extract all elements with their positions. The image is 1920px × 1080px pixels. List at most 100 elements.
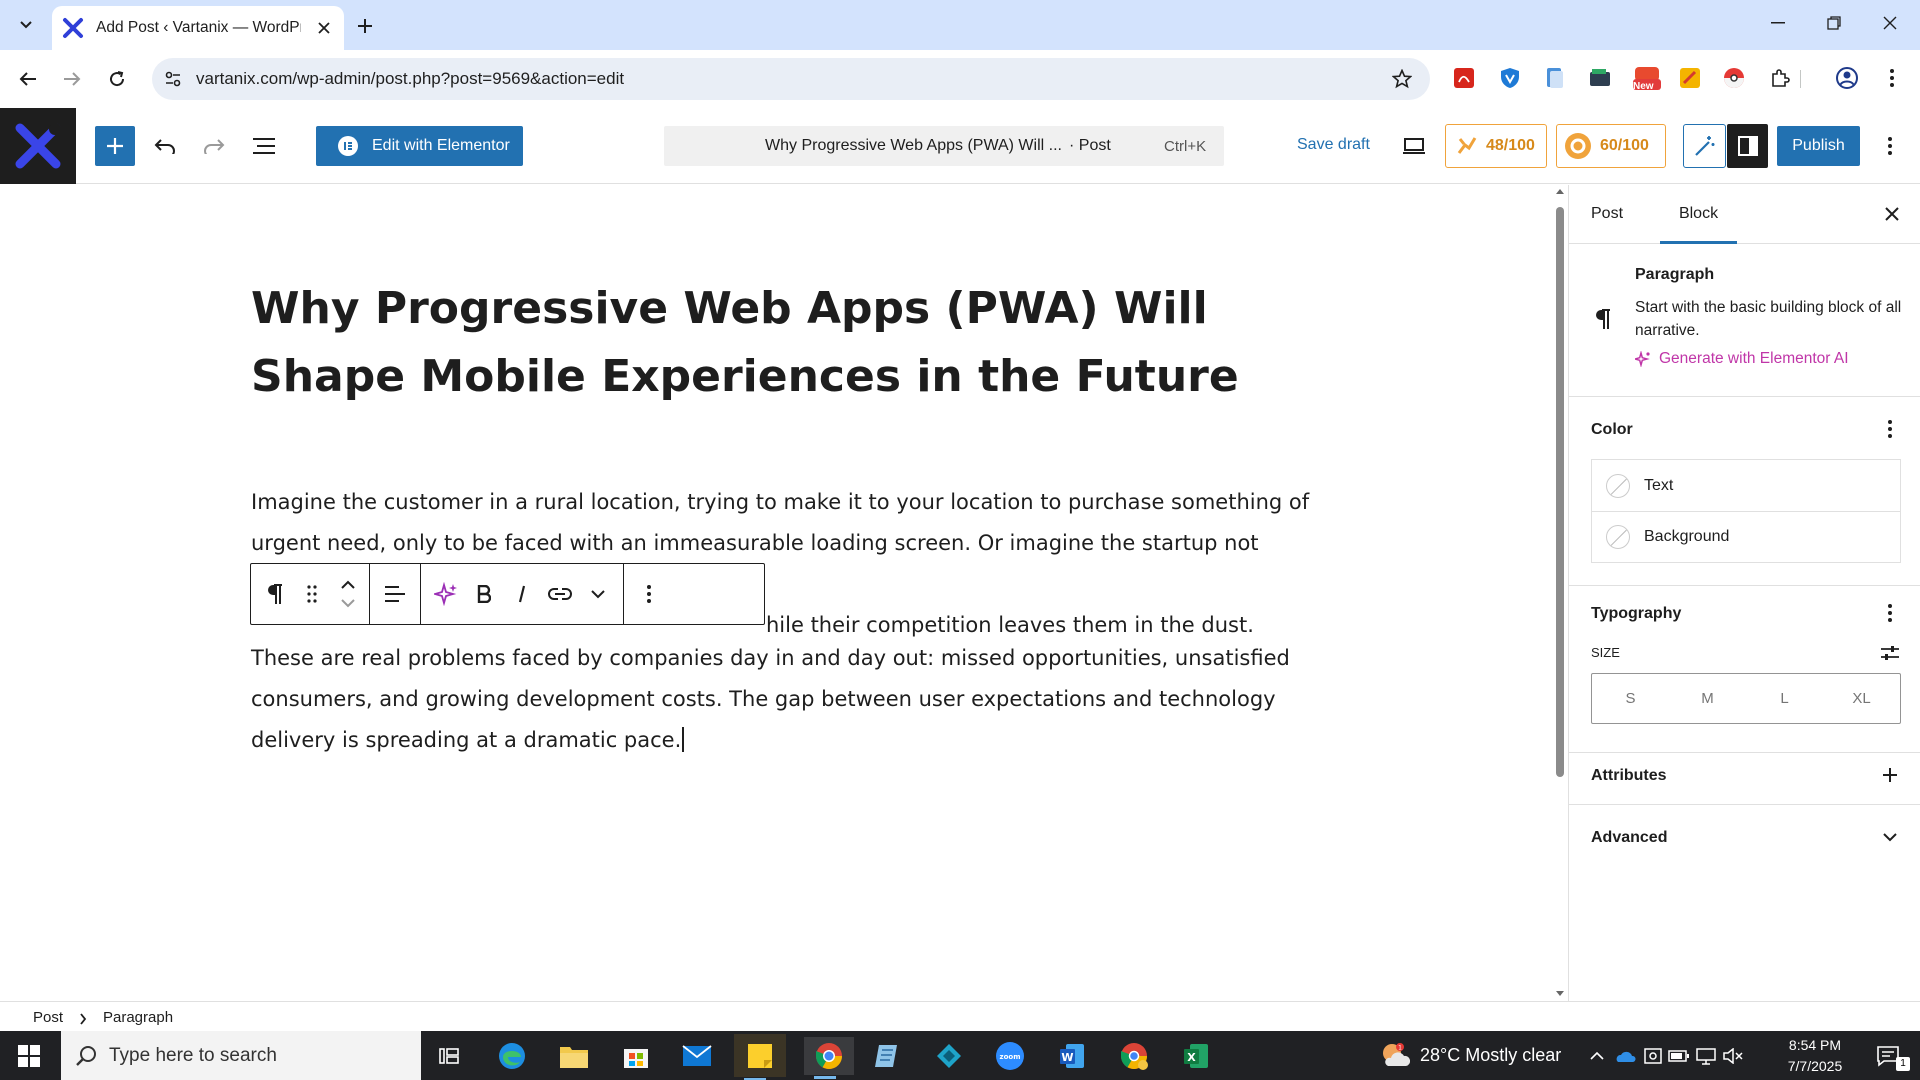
breadcrumb-post[interactable]: Post	[33, 1009, 63, 1026]
extensions-puzzle-icon[interactable]	[1766, 64, 1794, 92]
generate-with-ai-link[interactable]: Generate with Elementor AI	[1635, 350, 1849, 368]
close-window-button[interactable]	[1862, 0, 1918, 46]
publish-button[interactable]: Publish	[1777, 126, 1860, 166]
minimize-button[interactable]	[1750, 0, 1806, 46]
address-bar[interactable]: vartanix.com/wp-admin/post.php?post=9569…	[152, 58, 1430, 100]
post-title[interactable]: Why Progressive Web Apps (PWA) Will Shap…	[251, 275, 1301, 411]
site-info-icon[interactable]	[164, 70, 182, 88]
add-attribute-button[interactable]	[1875, 760, 1905, 790]
color-panel-heading[interactable]: Color	[1591, 421, 1633, 439]
security-tray-icon[interactable]	[1640, 1037, 1666, 1075]
pokeball-extension-icon[interactable]	[1720, 64, 1748, 92]
size-option-m[interactable]: M	[1669, 674, 1746, 723]
paragraph-block-2[interactable]: These are real problems faced by compani…	[251, 638, 1301, 761]
zoom-taskbar-icon[interactable]: zoom	[989, 1037, 1031, 1075]
undo-button[interactable]	[147, 128, 183, 164]
reload-button[interactable]	[101, 63, 133, 95]
tab-search-button[interactable]	[12, 11, 40, 39]
file-explorer-taskbar-icon[interactable]	[553, 1037, 595, 1075]
tab-post[interactable]: Post	[1591, 205, 1623, 223]
notes-app-taskbar-icon[interactable]	[866, 1037, 908, 1075]
chrome-profile-taskbar-icon[interactable]	[1113, 1037, 1155, 1075]
seo-score-button[interactable]: 48/100	[1445, 124, 1547, 168]
pdf-extension-icon[interactable]	[1450, 64, 1478, 92]
wallet-extension-icon[interactable]	[1586, 64, 1614, 92]
preview-button[interactable]	[1396, 128, 1432, 164]
more-rich-text-button[interactable]	[579, 571, 617, 617]
advanced-toggle-button[interactable]	[1875, 822, 1905, 852]
forward-button[interactable]	[56, 63, 88, 95]
battery-tray-icon[interactable]	[1666, 1037, 1692, 1075]
italic-button[interactable]	[503, 571, 541, 617]
start-button[interactable]	[8, 1037, 50, 1075]
custom-size-button[interactable]	[1875, 640, 1905, 666]
taskbar-clock[interactable]: 8:54 PM 7/7/2025	[1770, 1035, 1860, 1077]
breadcrumb-paragraph[interactable]: Paragraph	[103, 1009, 173, 1026]
notification-center-button[interactable]: 1	[1866, 1037, 1910, 1075]
block-options-button[interactable]	[630, 571, 668, 617]
volume-muted-tray-icon[interactable]	[1720, 1037, 1746, 1075]
coupon-extension-icon[interactable]	[1676, 64, 1704, 92]
background-color-control[interactable]: Background	[1592, 511, 1900, 562]
editor-scrollbar[interactable]	[1554, 185, 1566, 1001]
browser-tab-active[interactable]: Add Post ‹ Vartanix — WordPress	[52, 6, 344, 50]
link-button[interactable]	[541, 571, 579, 617]
save-draft-button[interactable]: Save draft	[1297, 136, 1370, 154]
mail-taskbar-icon[interactable]	[676, 1037, 718, 1075]
excel-taskbar-icon[interactable]: X	[1175, 1037, 1217, 1075]
size-option-xl[interactable]: XL	[1823, 674, 1900, 723]
docs-extension-icon[interactable]	[1541, 64, 1569, 92]
close-sidebar-button[interactable]	[1877, 199, 1907, 229]
shield-extension-icon[interactable]	[1496, 64, 1524, 92]
ai-generate-button[interactable]	[427, 571, 465, 617]
align-text-button[interactable]	[376, 571, 414, 617]
network-tray-icon[interactable]	[1693, 1037, 1719, 1075]
onedrive-tray-icon[interactable]	[1612, 1037, 1638, 1075]
bookmark-star-icon[interactable]	[1392, 69, 1412, 89]
panel-divider	[1569, 804, 1920, 805]
chrome-taskbar-icon[interactable]	[804, 1037, 854, 1079]
seo-score-value: 48/100	[1486, 137, 1535, 154]
new-extension-icon[interactable]: New	[1630, 64, 1664, 92]
move-block-buttons[interactable]	[331, 571, 365, 617]
close-tab-icon[interactable]	[314, 18, 334, 38]
advanced-panel-heading[interactable]: Advanced	[1591, 829, 1667, 847]
text-color-control[interactable]: Text	[1592, 460, 1900, 511]
weather-widget[interactable]: 1 28°C Mostly clear	[1380, 1042, 1561, 1068]
profile-icon[interactable]	[1833, 64, 1861, 92]
size-option-s[interactable]: S	[1592, 674, 1669, 723]
store-taskbar-icon[interactable]	[615, 1037, 657, 1075]
readability-score-button[interactable]: 60/100	[1556, 124, 1666, 168]
site-logo-button[interactable]	[0, 108, 76, 184]
block-type-button[interactable]	[255, 571, 293, 617]
document-overview-button[interactable]	[246, 128, 282, 164]
editor-canvas[interactable]: Why Progressive Web Apps (PWA) Will Shap…	[0, 185, 1566, 1001]
redo-button[interactable]	[196, 128, 232, 164]
options-menu-button[interactable]	[1872, 128, 1908, 164]
size-option-l[interactable]: L	[1746, 674, 1823, 723]
task-view-button[interactable]	[428, 1037, 470, 1075]
taskbar-search[interactable]: Type here to search	[61, 1031, 421, 1080]
diamond-app-taskbar-icon[interactable]	[928, 1037, 970, 1075]
sticky-notes-taskbar-icon[interactable]	[734, 1034, 786, 1080]
scrollbar-thumb[interactable]	[1556, 207, 1564, 777]
show-hidden-icons-button[interactable]	[1584, 1037, 1610, 1075]
typography-panel-heading[interactable]: Typography	[1591, 605, 1681, 623]
restore-button[interactable]	[1806, 0, 1862, 46]
tab-block[interactable]: Block	[1660, 205, 1737, 223]
typography-options-button[interactable]	[1875, 598, 1905, 628]
browser-menu-icon[interactable]	[1878, 64, 1906, 92]
settings-sidebar-toggle[interactable]	[1727, 124, 1768, 168]
new-tab-button[interactable]	[352, 13, 378, 39]
ai-assistant-button[interactable]	[1683, 124, 1726, 168]
color-options-button[interactable]	[1875, 414, 1905, 444]
block-inserter-button[interactable]	[95, 126, 135, 166]
back-button[interactable]	[12, 63, 44, 95]
drag-handle[interactable]	[293, 571, 331, 617]
word-taskbar-icon[interactable]: W	[1051, 1037, 1093, 1075]
edge-taskbar-icon[interactable]	[491, 1037, 533, 1075]
edit-with-elementor-button[interactable]: Edit with Elementor	[316, 126, 523, 166]
attributes-panel-heading[interactable]: Attributes	[1591, 767, 1667, 785]
bold-button[interactable]	[465, 571, 503, 617]
command-palette-bar[interactable]: Why Progressive Web Apps (PWA) Will ... …	[664, 126, 1224, 166]
